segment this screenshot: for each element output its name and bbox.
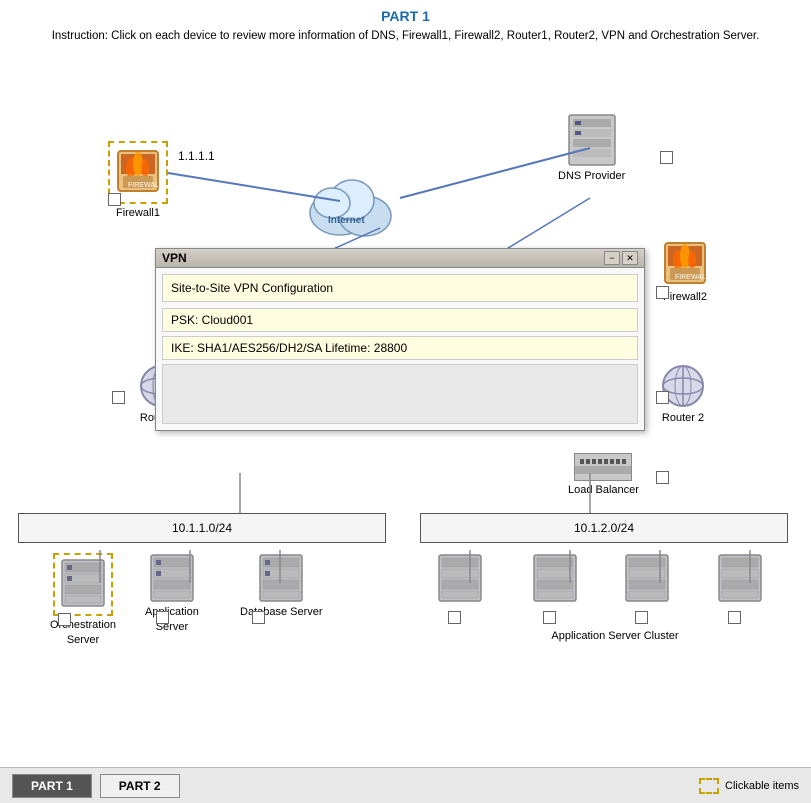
- vpn-minimize-btn[interactable]: −: [604, 251, 620, 265]
- page-title: PART 1: [0, 0, 811, 24]
- left-subnet-box: 10.1.1.0/24: [18, 513, 386, 543]
- cluster-server4-checkbox[interactable]: [728, 611, 741, 624]
- svg-text:FIREWALL: FIREWALL: [675, 274, 710, 281]
- cluster-server3-icon: [622, 553, 672, 603]
- load-balancer-device[interactable]: Load Balancer: [568, 453, 639, 497]
- legend-text: Clickable items: [725, 780, 799, 792]
- cluster-server2-device[interactable]: [530, 553, 580, 603]
- part1-button[interactable]: PART 1: [12, 774, 92, 798]
- dns-checkbox[interactable]: [660, 151, 673, 164]
- firewall1-label: Firewall1: [116, 206, 160, 220]
- vpn-window-controls: − ✕: [604, 251, 638, 265]
- diagram: 1.1.1.1 FIREWALL Firewall1: [0, 53, 811, 693]
- cluster-server3-device[interactable]: [622, 553, 672, 603]
- app-cluster-label: Application Server Cluster: [490, 630, 740, 642]
- firewall2-checkbox[interactable]: [656, 286, 669, 299]
- firewall1-device[interactable]: FIREWALL Firewall1: [108, 141, 168, 220]
- database-server-icon: [256, 553, 306, 603]
- svg-text:Internet: Internet: [328, 215, 365, 226]
- part2-button[interactable]: PART 2: [100, 774, 180, 798]
- vpn-empty-area: [162, 364, 638, 424]
- ip-label-firewall1: 1.1.1.1: [178, 149, 215, 163]
- orchestration-server-icon: [58, 558, 108, 608]
- orchestration-server-checkbox[interactable]: [58, 613, 71, 626]
- dns-server-icon: [565, 113, 619, 167]
- router2-checkbox[interactable]: [656, 391, 669, 404]
- firewall2-icon: FIREWALL: [660, 238, 710, 288]
- app-server1-checkbox[interactable]: [156, 611, 169, 624]
- vpn-modal: VPN − ✕ Site-to-Site VPN Configuration P…: [155, 248, 645, 431]
- cluster-server1-device[interactable]: [435, 553, 485, 603]
- cluster-server2-icon: [530, 553, 580, 603]
- vpn-body: Site-to-Site VPN Configuration PSK: Clou…: [156, 268, 644, 430]
- app-server1-icon: [147, 553, 197, 603]
- right-subnet-box: 10.1.2.0/24: [420, 513, 788, 543]
- orchestration-server-device[interactable]: OrchestrationServer: [50, 553, 116, 647]
- vpn-title: VPN: [162, 251, 187, 265]
- vpn-titlebar: VPN − ✕: [156, 249, 644, 268]
- cluster-server3-checkbox[interactable]: [635, 611, 648, 624]
- cluster-server1-icon: [435, 553, 485, 603]
- svg-text:FIREWALL: FIREWALL: [128, 182, 163, 189]
- vpn-close-btn[interactable]: ✕: [622, 251, 638, 265]
- router2-label: Router 2: [662, 411, 704, 425]
- database-server-checkbox[interactable]: [252, 611, 265, 624]
- vpn-ike: IKE: SHA1/AES256/DH2/SA Lifetime: 28800: [162, 336, 638, 360]
- database-server-device[interactable]: Database Server: [240, 553, 323, 619]
- cloud-icon: Internet: [300, 168, 410, 238]
- lb-checkbox[interactable]: [656, 471, 669, 484]
- dns-label: DNS Provider: [558, 169, 625, 183]
- dns-provider-device[interactable]: DNS Provider: [558, 113, 625, 183]
- instruction: Instruction: Click on each device to rev…: [0, 24, 811, 49]
- load-balancer-label: Load Balancer: [568, 483, 639, 497]
- cluster-server1-checkbox[interactable]: [448, 611, 461, 624]
- firewall2-label: Firewall2: [663, 290, 707, 304]
- vpn-psk: PSK: Cloud001: [162, 308, 638, 332]
- vpn-section-title: Site-to-Site VPN Configuration: [162, 274, 638, 302]
- app-server1-device[interactable]: ApplicationServer: [145, 553, 199, 634]
- firewall1-icon: FIREWALL: [113, 146, 163, 196]
- right-subnet-label: 10.1.2.0/24: [574, 521, 634, 535]
- legend-dashed-border: [699, 778, 719, 794]
- firewall1-checkbox[interactable]: [108, 193, 121, 206]
- clickable-items-legend: Clickable items: [699, 778, 799, 794]
- router1-checkbox[interactable]: [112, 391, 125, 404]
- app-server1-label: ApplicationServer: [145, 605, 199, 634]
- internet-cloud[interactable]: Internet: [300, 168, 410, 241]
- left-subnet-label: 10.1.1.0/24: [172, 521, 232, 535]
- cluster-server2-checkbox[interactable]: [543, 611, 556, 624]
- cluster-server4-device[interactable]: [715, 553, 765, 603]
- bottom-nav: PART 1 PART 2 Clickable items: [0, 767, 811, 803]
- cluster-server4-icon: [715, 553, 765, 603]
